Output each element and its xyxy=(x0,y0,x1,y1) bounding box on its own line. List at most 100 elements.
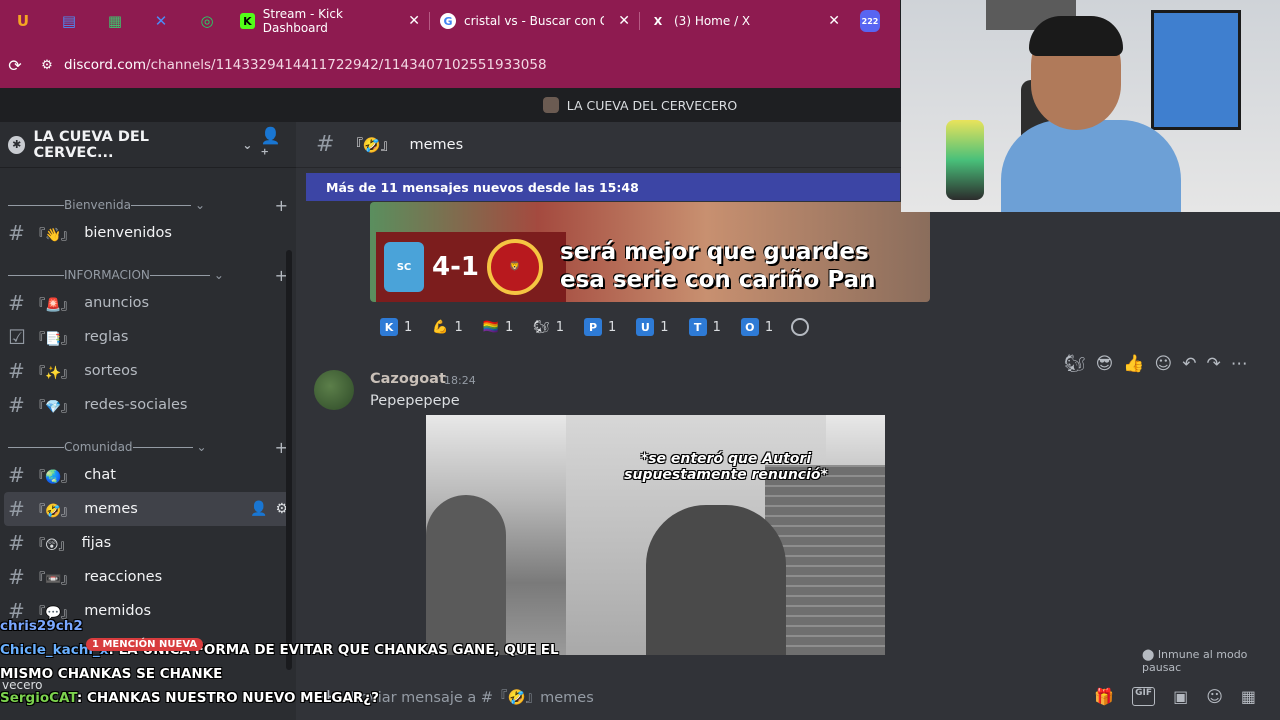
channel-reacciones[interactable]: # 『📼』 reacciones xyxy=(0,560,296,594)
whatsapp-icon[interactable]: ◎ xyxy=(184,0,230,42)
hash-icon: # xyxy=(316,132,335,157)
reaction-t[interactable]: T1 xyxy=(683,315,727,339)
tab-kick-dashboard[interactable]: K Stream - Kick Dashboard ✕ xyxy=(230,0,430,42)
channel-redes-sociales[interactable]: # 『💎』 redes-sociales xyxy=(0,388,296,422)
add-reaction-icon[interactable] xyxy=(791,318,810,336)
channel-fijas[interactable]: # 『😲』 fijas xyxy=(0,526,296,560)
divider xyxy=(149,274,210,276)
ublock-icon[interactable]: U xyxy=(0,0,46,42)
gift-icon[interactable]: 🎁 xyxy=(1094,687,1114,706)
server-title: LA CUEVA DEL CERVECERO xyxy=(566,97,738,113)
sheets-icon[interactable]: ▦ xyxy=(92,0,138,42)
reaction-squirrel[interactable]: 🐿 1 xyxy=(527,315,570,339)
channel-chat[interactable]: # 『🌏』 chat xyxy=(0,458,296,492)
hash-icon: # xyxy=(8,291,25,315)
scoreboard: SC 4-1 🦁 xyxy=(376,232,566,302)
channel-emoji: 『🌏』 xyxy=(32,469,75,485)
message-text: Pepepepepe xyxy=(370,393,460,409)
channel-reglas[interactable]: ☑ 『📑』 reglas xyxy=(0,320,296,354)
discord-badge-icon: 222 xyxy=(860,10,880,32)
channel-label: reacciones xyxy=(84,569,163,585)
rules-channel-icon: ☑ xyxy=(8,325,26,349)
tab-discord[interactable]: 222 xyxy=(850,0,890,42)
address-bar: ⟳ ⚙ discord.com/channels/114332941441172… xyxy=(0,42,900,88)
reply-icon[interactable]: ↶ xyxy=(1182,354,1196,374)
close-tab-icon[interactable]: ✕ xyxy=(618,13,630,29)
apps-icon[interactable]: ▦ xyxy=(1241,687,1256,706)
immune-notice: ⬤ Inmune al modo pausac xyxy=(1142,648,1248,674)
user-panel-name: vecero xyxy=(2,678,43,692)
meme-caption-line: será mejor que guardes xyxy=(560,239,869,265)
chevron-down-icon: ⌄ xyxy=(196,440,207,454)
sticker-icon[interactable]: ▣ xyxy=(1173,687,1188,706)
add-channel-icon[interactable]: + xyxy=(275,196,288,215)
app-icon[interactable]: ✕ xyxy=(138,0,184,42)
kick-icon: K xyxy=(240,13,255,29)
more-icon[interactable]: ⋯ xyxy=(1231,354,1248,374)
chevron-down-icon: ⌄ xyxy=(194,198,206,212)
channel-emoji: 『🤣』 xyxy=(32,503,75,519)
invite-icon[interactable]: 👤 xyxy=(250,501,267,517)
tab-x-home[interactable]: X (3) Home / X ✕ xyxy=(640,0,850,42)
invite-people-icon[interactable]: 👤⁺ xyxy=(260,126,288,164)
new-mention-badge[interactable]: 1 MENCIÓN NUEVA xyxy=(86,638,204,651)
reaction-row: K1 💪 1 🏳️‍🌈 1 🐿 1 P1 U1 T1 O1 xyxy=(374,315,810,339)
chevron-down-icon: ⌄ xyxy=(213,268,224,282)
emoji-icon[interactable]: ☺ xyxy=(1206,687,1223,706)
x-icon: X xyxy=(653,14,663,28)
category-label: INFORMACION xyxy=(64,268,150,282)
close-tab-icon[interactable]: ✕ xyxy=(828,13,840,29)
server-icon xyxy=(542,97,559,113)
meme-image[interactable]: SC 4-1 🦁 será mejor que guardes esa seri… xyxy=(370,202,930,302)
gif-icon[interactable]: GIF xyxy=(1132,686,1156,706)
video-caption: *se enteró que Autori supuestamente renu… xyxy=(624,451,828,483)
category-comunidad[interactable]: Comunidad ⌄ + xyxy=(0,436,296,458)
channel-anuncios[interactable]: # 『🚨』 anuncios xyxy=(0,286,296,320)
divider xyxy=(130,204,191,206)
channel-memes[interactable]: # 『🤣』 memes 👤 ⚙ xyxy=(4,492,292,526)
tab-google-search[interactable]: G cristal vs - Buscar con Go ✕ xyxy=(430,0,640,42)
reaction-muscle[interactable]: 💪 1 xyxy=(426,315,468,339)
reaction-o[interactable]: O1 xyxy=(735,315,779,339)
reload-icon[interactable]: ⟳ xyxy=(0,56,30,75)
category-label: Bienvenida xyxy=(64,198,131,212)
new-messages-bar[interactable]: Más de 11 mensajes nuevos desde las 15:4… xyxy=(306,173,900,201)
server-header[interactable]: ✱ LA CUEVA DEL CERVEC... ⌄ 👤⁺ xyxy=(0,122,296,168)
channel-emoji: 『👋』 xyxy=(32,227,75,243)
docs-icon[interactable]: ▤ xyxy=(46,0,92,42)
category-informacion[interactable]: INFORMACION ⌄ + xyxy=(0,264,296,286)
add-reaction-icon[interactable]: ☺ xyxy=(1155,354,1173,374)
reaction-p[interactable]: P1 xyxy=(578,315,622,339)
avatar[interactable] xyxy=(314,370,354,410)
channel-emoji: 『🚨』 xyxy=(32,297,75,313)
close-tab-icon[interactable]: ✕ xyxy=(408,13,420,29)
category-bienvenida[interactable]: Bienvenida ⌄ + xyxy=(0,194,296,216)
channel-bienvenidos[interactable]: # 『👋』 bienvenidos xyxy=(0,216,296,250)
meme-caption-line: esa serie con cariño Pan xyxy=(560,267,876,293)
reaction-rainbow-flag[interactable]: 🏳️‍🌈 1 xyxy=(477,315,519,339)
reaction-k[interactable]: K1 xyxy=(374,315,418,339)
muscle-icon: 💪 xyxy=(432,319,449,335)
sporting-cristal-crest-icon: SC xyxy=(384,242,424,292)
stream-chat-line: SergioCAT: CHANKAS NUESTRO NUEVO MELGAR¿… xyxy=(0,686,600,710)
channel-sorteos[interactable]: # 『✨』 sorteos xyxy=(0,354,296,388)
squirrel-icon[interactable]: 🐿 xyxy=(1064,354,1086,374)
sunglasses-icon[interactable]: 😎 xyxy=(1096,354,1114,374)
reaction-u[interactable]: U1 xyxy=(630,315,674,339)
immune-text: Inmune al modo pausac xyxy=(1142,648,1248,674)
webcam-streamer xyxy=(1001,16,1181,212)
channel-label: reglas xyxy=(84,329,129,345)
chat-text: : CHANKAS NUESTRO NUEVO MELGAR¿? xyxy=(76,690,379,706)
letter-k-icon: K xyxy=(380,318,398,336)
thumbs-up-icon[interactable]: 👍 xyxy=(1123,354,1144,374)
reaction-count: 1 xyxy=(712,319,721,335)
url-field[interactable]: discord.com/channels/1143329414411722942… xyxy=(64,57,547,73)
chat-username: SergioCAT xyxy=(0,690,77,706)
message-author[interactable]: Cazogoat xyxy=(370,371,446,387)
sidebar-scrollbar[interactable] xyxy=(286,250,292,670)
webcam-framed-jersey xyxy=(1151,10,1241,130)
forward-icon[interactable]: ↷ xyxy=(1206,354,1220,374)
site-info-icon[interactable]: ⚙ xyxy=(30,58,64,73)
channel-emoji: 『✨』 xyxy=(32,365,75,381)
channel-emoji: 『🤣』 xyxy=(348,138,396,154)
